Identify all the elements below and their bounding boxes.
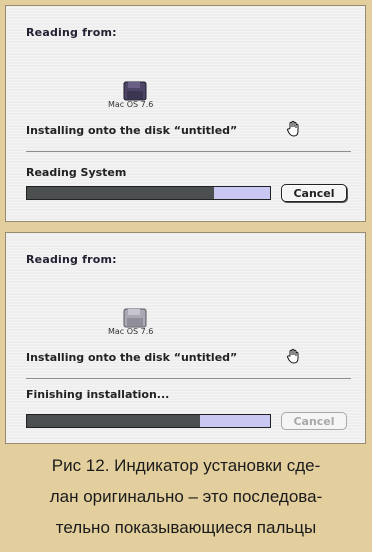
disk-name-label: Mac OS 7.6 bbox=[108, 100, 154, 109]
status-text: Reading System bbox=[26, 166, 127, 179]
installer-dialog-1: Reading from: Mac OS 7.6 Installing onto… bbox=[5, 5, 366, 222]
figure-frame: Reading from: Mac OS 7.6 Installing onto… bbox=[0, 0, 372, 552]
caption-line: лан оригинально – это последова- bbox=[49, 487, 323, 506]
installer-dialog-2: Reading from: Mac OS 7.6 Installing onto… bbox=[5, 232, 366, 444]
hand-icon bbox=[286, 120, 299, 137]
hand-icon bbox=[286, 348, 299, 364]
caption-line: Рис 12. Индикатор установки сде- bbox=[51, 456, 321, 475]
install-target-text: Installing onto the disk “untitled” bbox=[26, 124, 238, 137]
disk-name-label: Mac OS 7.6 bbox=[108, 327, 154, 336]
progress-fill bbox=[27, 415, 200, 427]
caption-line: тельно показывающиеся пальцы bbox=[55, 518, 317, 537]
divider bbox=[26, 151, 351, 152]
cancel-button[interactable]: Cancel bbox=[281, 412, 347, 430]
status-text: Finishing installation... bbox=[26, 388, 170, 401]
progress-fill bbox=[27, 187, 215, 199]
cancel-button[interactable]: Cancel bbox=[281, 184, 347, 202]
progress-bar bbox=[26, 414, 271, 428]
install-target-text: Installing onto the disk “untitled” bbox=[26, 351, 238, 364]
reading-from-label: Reading from: bbox=[26, 253, 117, 266]
figure-caption: Рис 12. Индикатор установки сде- лан ори… bbox=[0, 450, 372, 550]
progress-bar bbox=[26, 186, 271, 200]
reading-from-label: Reading from: bbox=[26, 26, 117, 39]
divider bbox=[26, 378, 351, 379]
